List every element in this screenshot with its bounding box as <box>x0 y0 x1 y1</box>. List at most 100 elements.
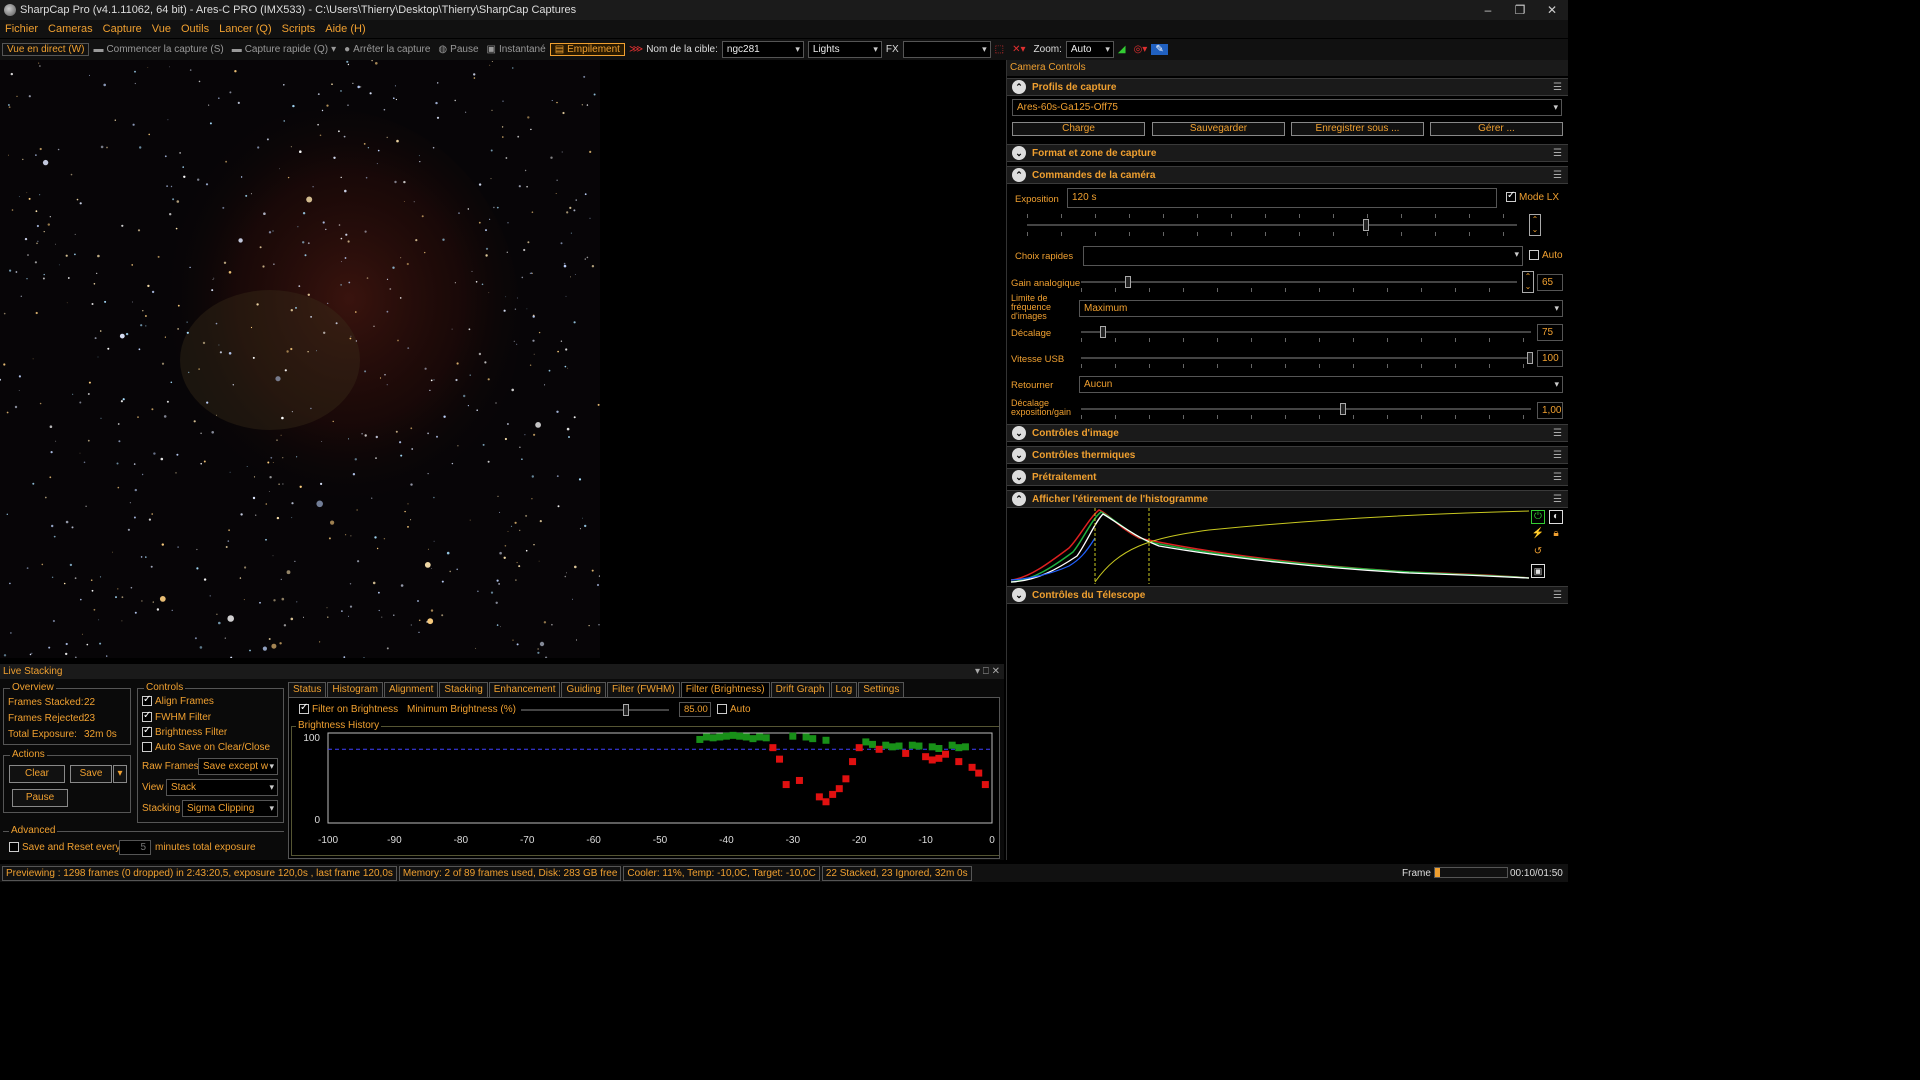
histogram-icon[interactable]: ◢ <box>1114 44 1130 55</box>
tab-filter-brightness[interactable]: Filter (Brightness) <box>680 682 770 697</box>
gain-input[interactable]: 65 <box>1537 274 1563 291</box>
save-profile-button[interactable]: Sauvegarder <box>1152 122 1285 136</box>
histogram-chart[interactable] <box>1009 508 1531 584</box>
quick-choices-dropdown[interactable] <box>1083 246 1523 266</box>
menu-lancer[interactable]: Lancer (Q) <box>214 20 277 38</box>
manage-profile-button[interactable]: Gérer ... <box>1430 122 1563 136</box>
chevron-down-icon[interactable]: ▾ <box>113 765 127 783</box>
clear-button[interactable]: Clear <box>9 765 65 783</box>
crosshair-icon[interactable]: ✕▾ <box>1008 44 1029 55</box>
zoom-dropdown[interactable]: Auto <box>1065 41 1114 58</box>
section-format[interactable]: ⌄ Format et zone de capture ☰ <box>1007 144 1568 162</box>
lx-mode-checkbox[interactable]: Mode LX <box>1506 190 1559 203</box>
exposure-input[interactable]: 120 s <box>1067 188 1497 208</box>
tab-log[interactable]: Log <box>830 682 858 697</box>
frame-type-dropdown[interactable]: Lights <box>807 41 882 58</box>
profile-dropdown[interactable]: Ares-60s-Ga125-Off75 <box>1012 99 1562 116</box>
frame-rate-limit-dropdown[interactable]: Maximum <box>1079 300 1563 317</box>
reset-icon[interactable]: ↺ <box>1531 546 1545 560</box>
tab-filter-fwhm[interactable]: Filter (FWHM) <box>606 682 680 697</box>
start-capture-button[interactable]: ▬ Commencer la capture (S) <box>89 44 227 55</box>
focus-icon[interactable]: ◎▾ <box>1130 44 1152 55</box>
live-view-button[interactable]: Vue en direct (W) <box>2 43 90 56</box>
auto-stretch-icon[interactable]: ⚡ <box>1531 528 1545 542</box>
polar-align-icon[interactable]: ✎ <box>1151 44 1168 55</box>
menu-icon[interactable]: ☰ <box>1553 450 1562 461</box>
menu-icon[interactable]: ☰ <box>1553 472 1562 483</box>
slider-thumb[interactable] <box>623 704 629 716</box>
tab-status[interactable]: Status <box>288 682 327 697</box>
gain-stepper[interactable]: ⌃ ⌄ <box>1522 271 1534 293</box>
section-preprocessing[interactable]: ⌄ Prétraitement ☰ <box>1007 468 1568 486</box>
section-profiles[interactable]: ⌃ Profils de capture ☰ <box>1007 78 1568 96</box>
section-histogram[interactable]: ⌃ Afficher l'étirement de l'histogramme ☰ <box>1007 490 1568 508</box>
load-profile-button[interactable]: Charge <box>1012 122 1145 136</box>
usb-speed-slider[interactable] <box>1081 352 1533 364</box>
tab-enhancement[interactable]: Enhancement <box>488 682 561 697</box>
align-frames-checkbox[interactable]: Align Frames <box>142 694 214 707</box>
exposure-stepper[interactable]: ⌃ ⌄ <box>1529 214 1541 236</box>
pause-button[interactable]: ◍ Pause <box>434 44 482 55</box>
menu-capture[interactable]: Capture <box>98 20 147 38</box>
save-as-profile-button[interactable]: Enregistrer sous ... <box>1291 122 1424 136</box>
menu-icon[interactable]: ☰ <box>1553 494 1562 505</box>
minimize-icon[interactable]: – <box>1472 0 1504 20</box>
menu-fichier[interactable]: Fichier <box>0 20 43 38</box>
stacking-dropdown[interactable]: Sigma Clipping <box>182 800 278 817</box>
stacking-button[interactable]: ▤ Empilement <box>549 43 625 56</box>
exposure-gain-offset-slider[interactable] <box>1081 403 1531 415</box>
power-icon[interactable]: ⏻ <box>1531 510 1545 524</box>
brightness-filter-checkbox[interactable]: Brightness Filter <box>142 725 227 738</box>
contrast-icon[interactable]: ◐ <box>1549 510 1563 524</box>
section-image-controls[interactable]: ⌄ Contrôles d'image ☰ <box>1007 424 1568 442</box>
tab-stacking[interactable]: Stacking <box>439 682 488 697</box>
slider-thumb[interactable] <box>1363 219 1369 231</box>
usb-speed-input[interactable]: 100 <box>1537 350 1563 367</box>
raw-frames-dropdown[interactable]: Save except w <box>198 758 278 775</box>
menu-cameras[interactable]: Cameras <box>43 20 98 38</box>
save-button[interactable]: Save <box>70 765 112 783</box>
min-brightness-input[interactable]: 85.00 <box>679 702 711 717</box>
menu-icon[interactable]: ☰ <box>1553 82 1562 93</box>
auto-checkbox[interactable]: Auto <box>1529 250 1563 261</box>
menu-outils[interactable]: Outils <box>176 20 214 38</box>
menu-icon[interactable]: ☰ <box>1553 428 1562 439</box>
gain-slider[interactable] <box>1081 276 1517 288</box>
stop-capture-button[interactable]: ● Arrêter la capture <box>340 44 434 55</box>
fwhm-filter-checkbox[interactable]: FWHM Filter <box>142 710 211 723</box>
section-camera-commands[interactable]: ⌃ Commandes de la caméra ☰ <box>1007 166 1568 184</box>
tab-alignment[interactable]: Alignment <box>383 682 439 697</box>
slider-thumb[interactable] <box>1527 352 1533 364</box>
lock-icon[interactable]: 🔒︎ <box>1549 528 1563 542</box>
pause-stacking-button[interactable]: Pause <box>12 789 68 807</box>
snapshot-button[interactable]: ▣ Instantané <box>483 44 550 55</box>
min-brightness-slider[interactable] <box>521 704 669 716</box>
fx-dropdown[interactable] <box>902 41 991 58</box>
menu-aide[interactable]: Aide (H) <box>320 20 370 38</box>
close-icon[interactable]: ▾ ⎕ ✕ <box>975 664 1000 679</box>
close-icon[interactable]: ✕ <box>1536 0 1568 20</box>
filter-on-brightness-checkbox[interactable]: Filter on Brightness <box>299 702 398 715</box>
flip-dropdown[interactable]: Aucun <box>1079 376 1563 393</box>
slider-thumb[interactable] <box>1340 403 1346 415</box>
menu-vue[interactable]: Vue <box>147 20 176 38</box>
view-dropdown[interactable]: Stack <box>166 779 278 796</box>
camera-image[interactable] <box>0 60 600 658</box>
save-icon[interactable]: ▣ <box>1531 564 1545 578</box>
quick-capture-button[interactable]: ▬ Capture rapide (Q) ▾ <box>228 44 340 55</box>
section-telescope[interactable]: ⌄ Contrôles du Télescope ☰ <box>1007 586 1568 604</box>
save-reset-minutes-input[interactable]: 5 <box>119 840 151 855</box>
save-reset-checkbox[interactable]: Save and Reset every <box>9 842 120 853</box>
offset-slider[interactable] <box>1081 326 1531 338</box>
exposure-gain-offset-input[interactable]: 1,00 <box>1537 402 1563 419</box>
selection-area-icon[interactable]: ⬚ <box>991 44 1008 55</box>
menu-scripts[interactable]: Scripts <box>277 20 321 38</box>
auto-save-checkbox[interactable]: Auto Save on Clear/Close <box>142 742 270 753</box>
offset-input[interactable]: 75 <box>1537 324 1563 341</box>
section-thermal-controls[interactable]: ⌄ Contrôles thermiques ☰ <box>1007 446 1568 464</box>
tab-histogram[interactable]: Histogram <box>327 682 383 697</box>
slider-thumb[interactable] <box>1125 276 1131 288</box>
exposure-slider[interactable] <box>1027 219 1517 231</box>
restore-icon[interactable]: ❐ <box>1504 0 1536 20</box>
tab-drift-graph[interactable]: Drift Graph <box>770 682 830 697</box>
